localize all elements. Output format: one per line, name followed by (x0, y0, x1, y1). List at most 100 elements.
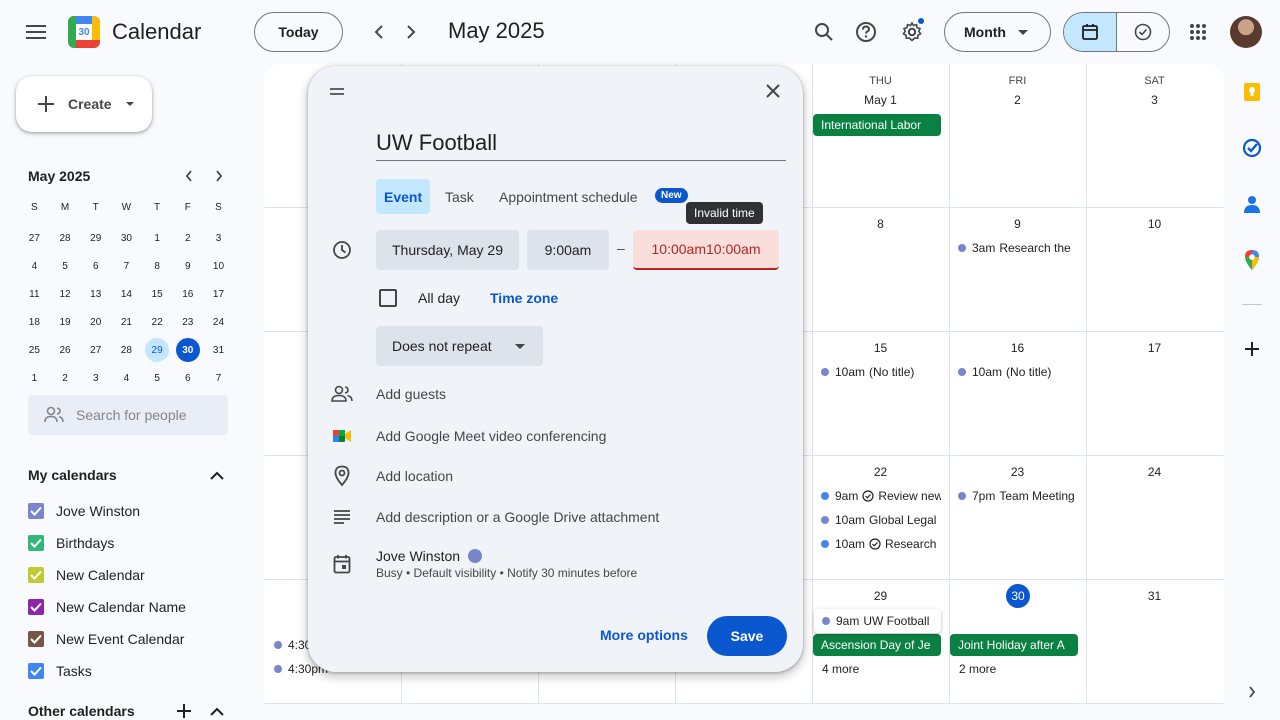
mini-day[interactable]: 6 (172, 364, 203, 392)
mini-day[interactable]: 13 (80, 280, 111, 308)
add-guests-button[interactable]: Add guests (376, 386, 446, 402)
mini-day[interactable]: 14 (111, 280, 142, 308)
calendar-checkbox[interactable] (28, 503, 44, 519)
mini-day[interactable]: 24 (203, 308, 234, 336)
day-number[interactable]: 22 (812, 465, 949, 479)
event-date-field[interactable]: Thursday, May 29 (376, 230, 519, 270)
all-day-checkbox[interactable] (379, 289, 397, 307)
mini-day[interactable]: 8 (142, 252, 173, 280)
calendar-event[interactable]: 7pm Team Meeting (958, 486, 1082, 506)
mini-day[interactable]: 23 (172, 308, 203, 336)
mini-day[interactable]: 2 (50, 364, 81, 392)
mini-day[interactable]: 9 (172, 252, 203, 280)
day-number[interactable]: 2 (949, 93, 1086, 107)
day-number[interactable]: 10 (1086, 217, 1223, 231)
day-number[interactable]: 29 (812, 589, 949, 603)
calendar-checkbox[interactable] (28, 663, 44, 679)
day-number[interactable]: 24 (1086, 465, 1223, 479)
calendar-event[interactable]: 10am Global Legal (821, 510, 941, 530)
search-people-input[interactable]: Search for people (28, 395, 228, 435)
calendar-checkbox[interactable] (28, 631, 44, 647)
calendar-checkbox[interactable] (28, 567, 44, 583)
mini-next-month-button[interactable] (207, 164, 231, 188)
start-time-field[interactable]: 9:00am (527, 230, 609, 270)
recurrence-dropdown[interactable]: Does not repeat (376, 326, 543, 366)
calendar-checkbox[interactable] (28, 599, 44, 615)
today-button[interactable]: Today (254, 12, 343, 52)
calendar-list-item[interactable]: New Event Calendar (28, 627, 184, 651)
add-meet-button[interactable]: Add Google Meet video conferencing (376, 428, 606, 444)
end-time-input[interactable]: 10:00am10:00am (633, 230, 779, 270)
calendar-task[interactable]: 10am Research (821, 534, 941, 554)
mini-day[interactable]: 20 (80, 308, 111, 336)
mini-day[interactable]: 6 (80, 252, 111, 280)
save-button[interactable]: Save (707, 616, 787, 656)
search-button[interactable] (804, 12, 844, 52)
day-number[interactable]: 16 (949, 341, 1086, 355)
tasks-view-button[interactable] (1117, 13, 1170, 51)
other-calendars-title[interactable]: Other calendars (28, 703, 135, 719)
get-addons-button[interactable] (1240, 337, 1264, 361)
mini-day[interactable]: 28 (111, 336, 142, 364)
calendar-event[interactable]: 10am (No title) (821, 362, 945, 382)
calendar-task[interactable]: 9am Review new (821, 486, 941, 506)
mini-day[interactable]: 29 (80, 224, 111, 252)
mini-day[interactable]: 26 (50, 336, 81, 364)
mini-day[interactable]: 30 (172, 336, 203, 364)
mini-day[interactable]: 27 (19, 224, 50, 252)
create-button[interactable]: Create (16, 76, 152, 132)
calendar-checkbox[interactable] (28, 535, 44, 551)
mini-day[interactable]: 3 (203, 224, 234, 252)
day-number[interactable]: 9 (949, 217, 1086, 231)
mini-day[interactable]: 12 (50, 280, 81, 308)
mini-day[interactable]: 16 (172, 280, 203, 308)
event-title-input[interactable]: UW Football (376, 130, 786, 161)
mini-day[interactable]: 4 (19, 252, 50, 280)
show-more-link[interactable]: 4 more (822, 662, 859, 676)
previous-month-button[interactable] (363, 16, 395, 48)
mini-day[interactable]: 22 (142, 308, 173, 336)
mini-day[interactable]: 25 (19, 336, 50, 364)
calendar-list-item[interactable]: Jove Winston (28, 499, 140, 523)
add-other-calendar-button[interactable] (172, 699, 196, 720)
mini-day[interactable]: 31 (203, 336, 234, 364)
day-number[interactable]: 15 (812, 341, 949, 355)
event-settings-summary[interactable]: Busy • Default visibility • Notify 30 mi… (376, 566, 637, 580)
mini-day[interactable]: 21 (111, 308, 142, 336)
calendar-event[interactable]: 10am (No title) (958, 362, 1082, 382)
day-number[interactable]: 3 (1086, 93, 1223, 107)
all-day-label[interactable]: All day (418, 290, 460, 306)
day-number[interactable]: May 1 (812, 93, 949, 107)
more-options-button[interactable]: More options (600, 627, 688, 643)
add-location-input[interactable]: Add location (376, 468, 453, 484)
tab-event[interactable]: Event (376, 179, 431, 214)
today-day-number[interactable]: 30 (1006, 584, 1030, 608)
calendar-event-draft[interactable]: 9am UW Football (814, 609, 941, 633)
day-number[interactable]: 31 (1086, 589, 1223, 603)
calendar-list-item[interactable]: New Calendar (28, 563, 145, 587)
calendar-list-item[interactable]: Birthdays (28, 531, 114, 555)
mini-day[interactable]: 29 (142, 336, 173, 364)
tab-task[interactable]: Task (437, 179, 482, 214)
mini-day[interactable]: 3 (80, 364, 111, 392)
google-apps-button[interactable] (1178, 12, 1218, 52)
day-number[interactable]: 23 (949, 465, 1086, 479)
mini-day[interactable]: 17 (203, 280, 234, 308)
mini-day[interactable]: 2 (172, 224, 203, 252)
calendar-logo-icon[interactable]: 30 (68, 16, 100, 48)
my-calendars-collapse-button[interactable] (205, 463, 229, 487)
show-side-panel-button[interactable] (1240, 680, 1264, 704)
maps-app-button[interactable] (1240, 248, 1264, 272)
mini-day[interactable]: 10 (203, 252, 234, 280)
other-calendars-collapse-button[interactable] (205, 699, 229, 720)
mini-day[interactable]: 5 (50, 252, 81, 280)
mini-day[interactable]: 30 (111, 224, 142, 252)
app-title[interactable]: Calendar (112, 19, 201, 45)
mini-day[interactable]: 7 (203, 364, 234, 392)
mini-day[interactable]: 28 (50, 224, 81, 252)
tab-appointment-schedule[interactable]: Appointment schedule (491, 179, 646, 214)
day-number[interactable]: 17 (1086, 341, 1223, 355)
mini-day[interactable]: 19 (50, 308, 81, 336)
day-number[interactable]: 8 (812, 217, 949, 231)
account-avatar[interactable] (1230, 16, 1262, 48)
